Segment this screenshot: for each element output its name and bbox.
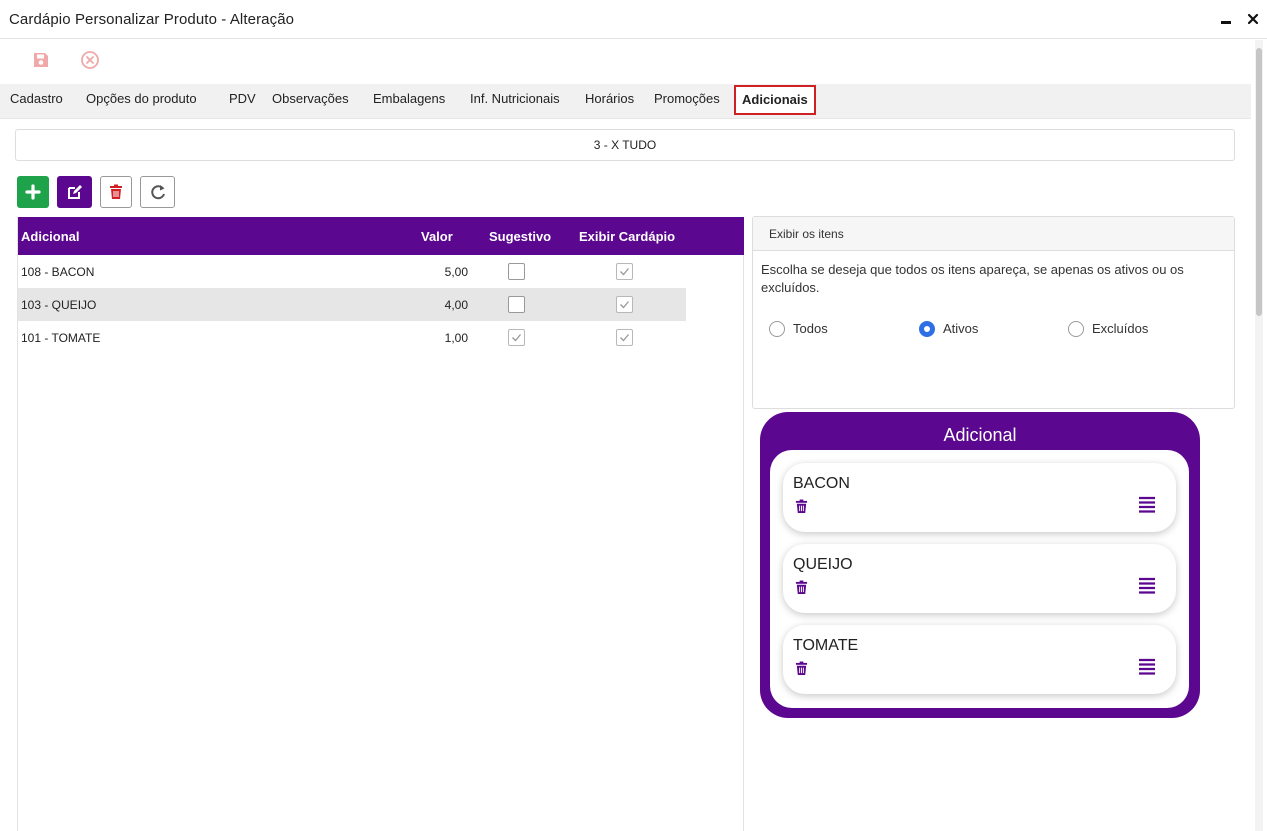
menu-preview: Adicional BACON QUEIJO TOMATE — [760, 412, 1200, 718]
cancel-button[interactable] — [80, 50, 100, 70]
tab-adicionais[interactable]: Adicionais — [734, 85, 816, 115]
tab-pdv[interactable]: PDV — [229, 84, 256, 119]
save-icon — [34, 53, 48, 67]
preview-item[interactable]: BACON — [783, 463, 1176, 532]
suggestive-checkbox[interactable] — [508, 296, 525, 313]
close-button[interactable] — [1242, 6, 1264, 32]
radio-ativos[interactable] — [919, 321, 935, 337]
row-value: 4,00 — [444, 298, 468, 312]
preview-item-name: BACON — [793, 475, 850, 492]
column-header-sugestivo[interactable]: Sugestivo — [489, 229, 551, 244]
preview-item-name: TOMATE — [793, 637, 859, 654]
row-value: 5,00 — [444, 265, 468, 279]
panel-description: Escolha se deseja que todos os itens apa… — [761, 262, 1184, 295]
suggestive-checkbox[interactable] — [508, 329, 525, 346]
display-filter-panel: Exibir os itens Escolha se deseja que to… — [752, 216, 1235, 409]
drag-handle-icon[interactable] — [1138, 577, 1156, 595]
radio-label-todos[interactable]: Todos — [793, 321, 828, 336]
drag-handle-icon[interactable] — [1138, 658, 1156, 676]
table-row[interactable]: 108 - BACON 5,00 — [18, 255, 686, 288]
preview-list: BACON QUEIJO TOMATE — [770, 450, 1189, 708]
tab-horarios[interactable]: Horários — [585, 84, 634, 119]
check-icon — [512, 334, 521, 342]
check-icon — [620, 268, 629, 276]
edit-button[interactable] — [57, 176, 92, 208]
tab-cadastro[interactable]: Cadastro — [10, 84, 63, 119]
column-header-valor[interactable]: Valor — [421, 229, 453, 244]
trash-icon[interactable] — [795, 499, 808, 514]
radio-todos[interactable] — [769, 321, 785, 337]
additional-items-grid: Adicional Valor Sugestivo Exibir Cardápi… — [17, 217, 744, 831]
preview-item[interactable]: QUEIJO — [783, 544, 1176, 613]
drag-handle-icon[interactable] — [1138, 496, 1156, 514]
tab-embalagens[interactable]: Embalagens — [373, 84, 445, 119]
trash-icon — [110, 184, 122, 199]
tab-bar: Cadastro Opções do produto PDV Observaçõ… — [0, 84, 1251, 119]
refresh-button[interactable] — [140, 176, 175, 208]
radio-excluidos[interactable] — [1068, 321, 1084, 337]
row-value: 1,00 — [444, 331, 468, 345]
tab-inf-nutricionais[interactable]: Inf. Nutricionais — [470, 84, 560, 119]
row-name: 108 - BACON — [21, 265, 95, 279]
radio-label-excluidos[interactable]: Excluídos — [1092, 321, 1148, 336]
plus-icon — [25, 184, 41, 200]
check-icon — [620, 301, 629, 309]
row-name: 103 - QUEIJO — [21, 298, 97, 312]
check-icon — [620, 334, 629, 342]
tab-opcoes-produto[interactable]: Opções do produto — [86, 84, 197, 119]
column-header-exibir-cardapio[interactable]: Exibir Cardápio — [579, 229, 675, 244]
table-row[interactable]: 103 - QUEIJO 4,00 — [18, 288, 686, 321]
tab-observacoes[interactable]: Observações — [272, 84, 349, 119]
close-icon — [1247, 13, 1259, 25]
column-header-adicional[interactable]: Adicional — [21, 229, 80, 244]
minimize-button[interactable] — [1215, 6, 1237, 32]
add-button[interactable] — [17, 176, 49, 208]
grid-header: Adicional Valor Sugestivo Exibir Cardápi… — [18, 217, 744, 255]
save-button[interactable] — [31, 50, 51, 70]
table-row[interactable]: 101 - TOMATE 1,00 — [18, 321, 686, 354]
window-titlebar: Cardápio Personalizar Produto - Alteraçã… — [0, 0, 1267, 39]
show-menu-checkbox[interactable] — [616, 329, 633, 346]
trash-icon[interactable] — [795, 580, 808, 595]
preview-item[interactable]: TOMATE — [783, 625, 1176, 694]
refresh-icon — [150, 185, 165, 200]
minimize-icon — [1221, 21, 1231, 24]
delete-button[interactable] — [100, 176, 132, 208]
cancel-icon — [81, 51, 99, 69]
panel-title: Exibir os itens — [753, 217, 1234, 251]
preview-title: Adicional — [943, 425, 1017, 445]
product-name-field: 3 - X TUDO — [15, 129, 1235, 161]
show-menu-checkbox[interactable] — [616, 263, 633, 280]
preview-item-name: QUEIJO — [793, 556, 853, 573]
show-menu-checkbox[interactable] — [616, 296, 633, 313]
row-name: 101 - TOMATE — [21, 331, 101, 345]
suggestive-checkbox[interactable] — [508, 263, 525, 280]
tab-promocoes[interactable]: Promoções — [654, 84, 720, 119]
radio-label-ativos[interactable]: Ativos — [943, 321, 978, 336]
scrollbar-thumb[interactable] — [1256, 48, 1262, 316]
trash-icon[interactable] — [795, 661, 808, 676]
edit-icon — [67, 185, 82, 199]
window-title: Cardápio Personalizar Produto - Alteraçã… — [9, 11, 295, 28]
